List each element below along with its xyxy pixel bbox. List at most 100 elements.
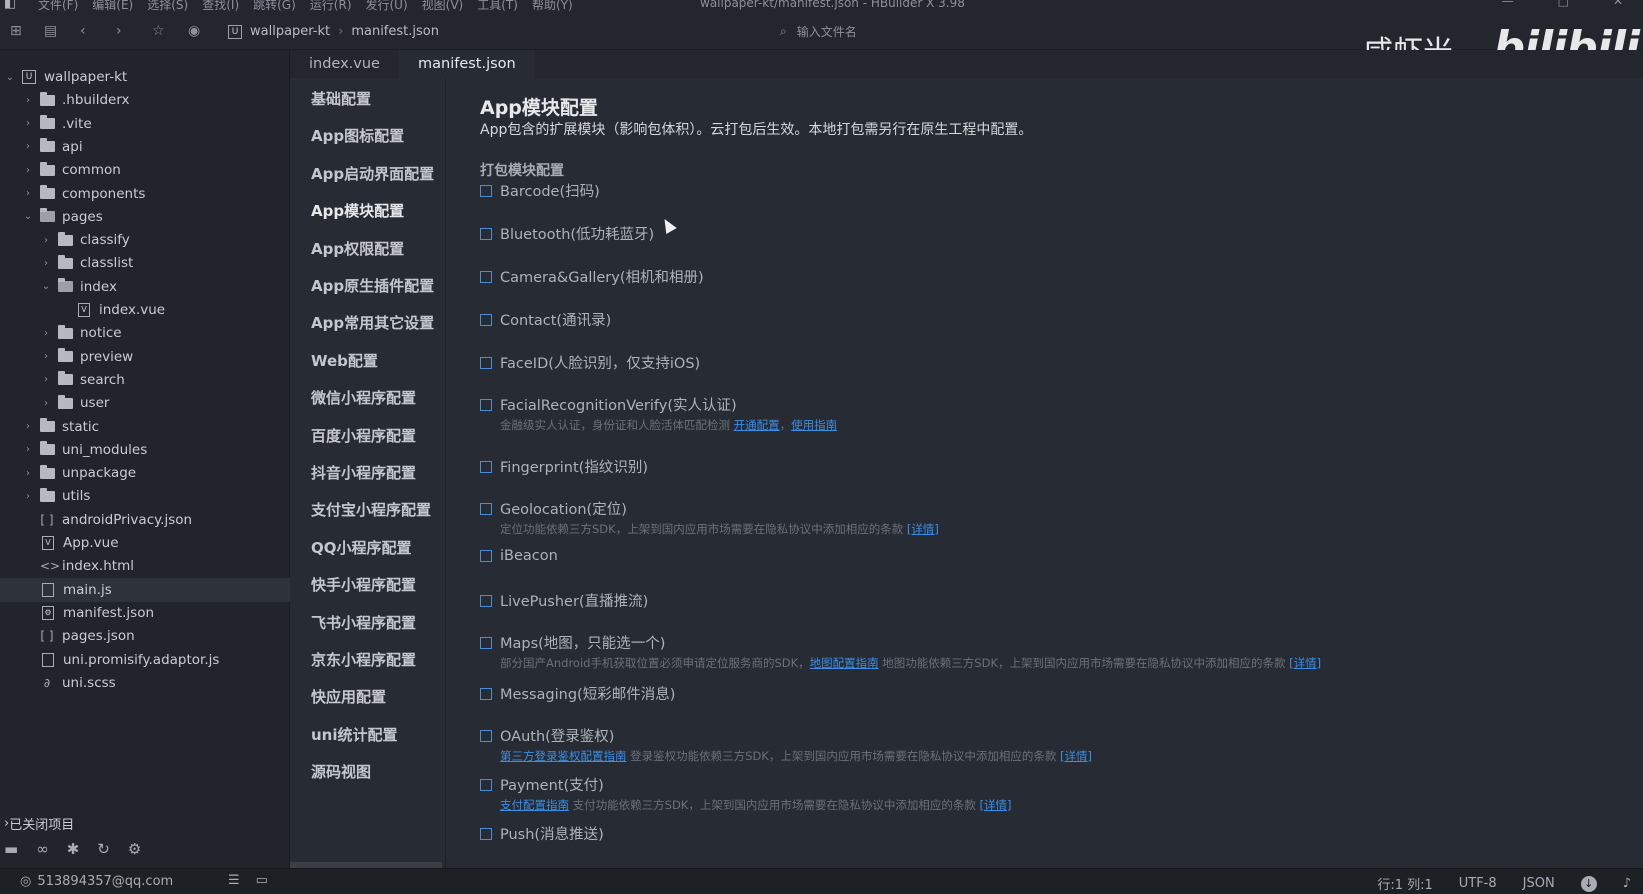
folder-icon[interactable]: ▬ (4, 840, 18, 858)
module-label[interactable]: Contact(通讯录) (500, 309, 611, 330)
breadcrumb-file[interactable]: manifest.json (351, 24, 439, 39)
module-label[interactable]: Push(消息推送) (500, 823, 604, 844)
tree-item[interactable]: <> index.html (0, 554, 290, 578)
config-nav-item[interactable]: App常用其它设置 (311, 312, 434, 333)
tree-item[interactable]: ⌄ Uwallpaper-kt (0, 65, 290, 89)
config-nav-item[interactable]: QQ小程序配置 (311, 537, 412, 558)
file-search-placeholder[interactable]: 输入文件名 (797, 23, 857, 40)
module-checkbox[interactable] (480, 184, 492, 197)
note-link[interactable]: 支付配置指南 (500, 798, 569, 812)
module-checkbox[interactable] (480, 398, 492, 411)
file-search[interactable]: ⌕ 输入文件名 (780, 23, 857, 40)
back-icon[interactable]: ‹ (80, 24, 86, 38)
cursor-position[interactable]: 行:1 列:1 (1377, 874, 1432, 893)
menu-file[interactable]: 文件(F) (38, 0, 78, 13)
menu-edit[interactable]: 编辑(E) (92, 0, 133, 13)
module-label[interactable]: Bluetooth(低功耗蓝牙) (500, 223, 654, 244)
config-nav-item[interactable]: 微信小程序配置 (311, 387, 416, 408)
note-link[interactable]: [详情] (907, 522, 939, 536)
module-checkbox[interactable] (480, 687, 492, 700)
module-checkbox[interactable] (480, 636, 492, 649)
tree-item[interactable]: › utils (0, 484, 290, 508)
tree-item[interactable]: uni.promisify.adaptor.js (0, 648, 290, 672)
module-label[interactable]: FacialRecognitionVerify(实人认证) (500, 394, 737, 415)
module-checkbox[interactable] (480, 460, 492, 473)
config-nav-item[interactable]: 源码视图 (311, 761, 371, 782)
note-link[interactable]: 第三方登录鉴权配置指南 (500, 749, 627, 763)
tree-item[interactable]: V App.vue (0, 531, 290, 555)
forward-icon[interactable]: › (116, 24, 122, 38)
tree-item[interactable]: › common (0, 158, 290, 182)
module-checkbox[interactable] (480, 502, 492, 515)
module-checkbox[interactable] (480, 827, 492, 840)
minimize-icon[interactable]: — (1502, 0, 1514, 8)
config-nav-item[interactable]: 抖音小程序配置 (311, 462, 416, 483)
list-icon[interactable]: ☰ (228, 873, 240, 888)
tree-item[interactable]: › search (0, 368, 290, 392)
module-checkbox[interactable] (480, 550, 492, 562)
config-nav-item[interactable]: App启动界面配置 (311, 163, 434, 184)
module-checkbox[interactable] (480, 594, 492, 607)
tree-item[interactable]: › unpackage (0, 461, 290, 485)
config-nav-item[interactable]: App权限配置 (311, 238, 404, 259)
module-checkbox[interactable] (480, 227, 492, 240)
config-nav-item[interactable]: uni统计配置 (311, 724, 398, 745)
module-label[interactable]: Camera&Gallery(相机和相册) (500, 266, 704, 287)
module-label[interactable]: iBeacon (500, 548, 558, 564)
config-nav-item[interactable]: 基础配置 (311, 88, 371, 109)
config-nav-item[interactable]: Web配置 (311, 350, 378, 371)
module-checkbox[interactable] (480, 778, 492, 791)
note-link[interactable]: 开通配置 (734, 418, 780, 432)
note-link[interactable]: 使用指南 (791, 418, 837, 432)
file-encoding[interactable]: UTF-8 (1459, 876, 1497, 891)
module-checkbox[interactable] (480, 356, 492, 369)
config-nav-item[interactable]: 快手小程序配置 (311, 574, 416, 595)
debug-icon[interactable]: ✱ (67, 840, 80, 858)
details-link[interactable]: [详情] (1289, 656, 1321, 670)
module-label[interactable]: FaceID(人脸识别，仅支持iOS) (500, 352, 700, 373)
terminal-icon[interactable]: ▭ (256, 873, 268, 888)
module-label[interactable]: OAuth(登录鉴权) (500, 725, 614, 746)
tree-item[interactable]: › preview (0, 345, 290, 369)
menu-publish[interactable]: 发行(U) (366, 0, 408, 13)
module-label[interactable]: Messaging(短彩邮件消息) (500, 683, 675, 704)
plugin-icon[interactable]: ⚙ (128, 840, 141, 858)
bell-icon[interactable]: ♪ (1623, 876, 1631, 891)
config-nav-item[interactable]: App图标配置 (311, 125, 404, 146)
tree-item[interactable]: › .vite (0, 112, 290, 136)
module-label[interactable]: Geolocation(定位) (500, 498, 627, 519)
config-nav-item[interactable]: 支付宝小程序配置 (311, 499, 431, 520)
module-label[interactable]: Payment(支付) (500, 774, 604, 795)
tree-item[interactable]: › uni_modules (0, 438, 290, 462)
tree-item[interactable]: ⌄ index (0, 275, 290, 299)
config-nav-item[interactable]: App原生插件配置 (311, 275, 434, 296)
menu-find[interactable]: 查找(I) (202, 0, 239, 13)
tree-item[interactable]: ⌄ pages (0, 205, 290, 229)
module-label[interactable]: Barcode(扫码) (500, 180, 600, 201)
tree-item[interactable]: › user (0, 391, 290, 415)
tree-item[interactable]: ∂ uni.scss (0, 671, 290, 695)
menu-select[interactable]: 选择(S) (147, 0, 188, 13)
tree-item[interactable]: Vindex.vue (0, 298, 290, 322)
details-link[interactable]: [详情] (980, 798, 1012, 812)
tree-item[interactable]: › classlist (0, 251, 290, 275)
details-link[interactable]: [详情] (1060, 749, 1092, 763)
tab-index-vue[interactable]: index.vue (290, 50, 399, 78)
tree-item[interactable]: › components (0, 182, 290, 206)
module-label[interactable]: Maps(地图，只能选一个) (500, 632, 665, 653)
module-label[interactable]: Fingerprint(指纹识别) (500, 456, 648, 477)
close-icon[interactable]: ✕ (1613, 0, 1623, 8)
tree-item[interactable]: › notice (0, 321, 290, 345)
binoculars-icon[interactable]: ∞ (36, 840, 49, 858)
breadcrumb-project[interactable]: wallpaper-kt (250, 24, 330, 39)
tree-item[interactable]: [ ] androidPrivacy.json (0, 508, 290, 532)
menu-view[interactable]: 视图(V) (422, 0, 464, 13)
tree-item[interactable]: main.js (0, 577, 290, 602)
tree-item[interactable]: [ ] pages.json (0, 624, 290, 648)
tree-item[interactable]: › classify (0, 228, 290, 252)
module-checkbox[interactable] (480, 313, 492, 326)
module-checkbox[interactable] (480, 729, 492, 742)
tab-manifest-json[interactable]: manifest.json (399, 50, 535, 78)
config-nav-item[interactable]: 快应用配置 (311, 686, 386, 707)
module-checkbox[interactable] (480, 270, 492, 283)
